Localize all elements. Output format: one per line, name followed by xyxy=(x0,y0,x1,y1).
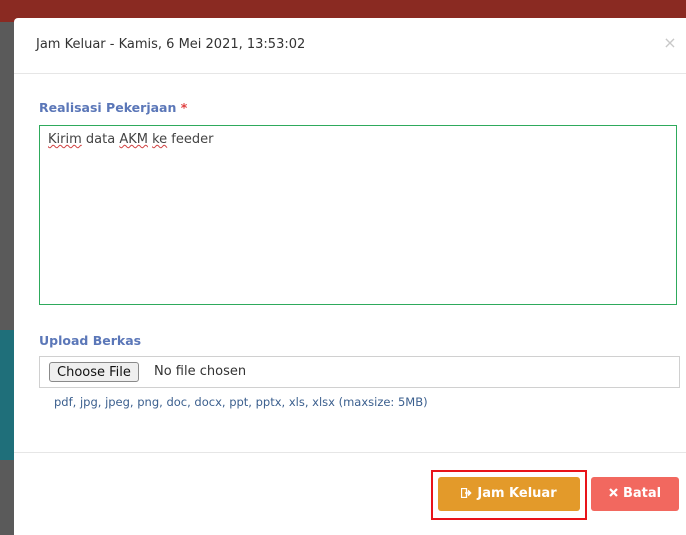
close-icon[interactable]: × xyxy=(662,34,678,52)
modal-header: Jam Keluar - Kamis, 6 Mei 2021, 13:53:02… xyxy=(14,18,686,74)
realisasi-textarea[interactable]: Kirim data AKM ke feeder xyxy=(39,125,677,305)
file-help-text: pdf, jpg, jpeg, png, doc, docx, ppt, ppt… xyxy=(54,395,428,409)
file-status: No file chosen xyxy=(154,364,247,379)
required-mark: * xyxy=(180,100,188,115)
jam-keluar-label: Jam Keluar xyxy=(477,486,557,501)
footer-divider xyxy=(14,452,686,453)
jam-keluar-button[interactable]: Jam Keluar xyxy=(438,477,580,511)
file-input[interactable]: Choose File No file chosen xyxy=(39,356,680,388)
background-sidebar-accent xyxy=(0,330,14,460)
textarea-word: feeder xyxy=(167,132,214,147)
batal-button[interactable]: Batal xyxy=(591,477,679,511)
textarea-word: Kirim xyxy=(48,132,82,147)
choose-file-button[interactable]: Choose File xyxy=(49,362,139,382)
batal-label: Batal xyxy=(622,486,662,501)
realisasi-label-text: Realisasi Pekerjaan xyxy=(39,100,177,115)
textarea-word: data xyxy=(81,132,120,147)
realisasi-label: Realisasi Pekerjaan * xyxy=(39,100,187,115)
textarea-word: AKM xyxy=(119,132,148,147)
times-icon xyxy=(609,477,618,511)
upload-label: Upload Berkas xyxy=(39,333,142,348)
sign-out-icon xyxy=(461,477,473,511)
jam-keluar-modal: Jam Keluar - Kamis, 6 Mei 2021, 13:53:02… xyxy=(14,18,686,535)
modal-title: Jam Keluar - Kamis, 6 Mei 2021, 13:53:02 xyxy=(36,37,306,52)
textarea-word: ke xyxy=(152,132,168,147)
